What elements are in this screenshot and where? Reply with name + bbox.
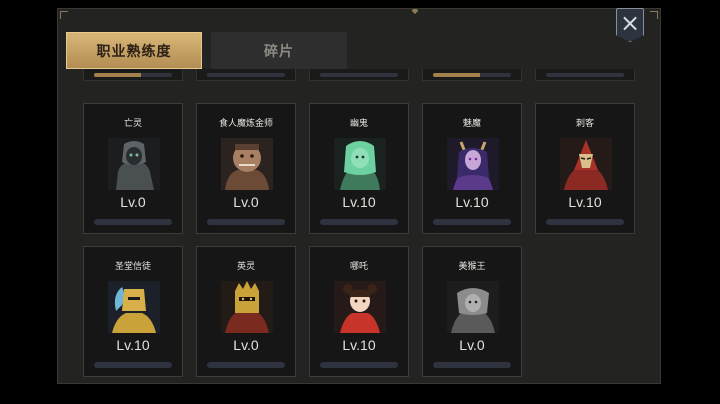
panel-corner-ornament <box>650 11 658 19</box>
class-card-hero-spirit[interactable]: 英灵 Lv.0 <box>196 246 296 377</box>
templar-portrait <box>108 281 160 333</box>
class-card-templar[interactable]: 圣堂信徒 Lv.10 <box>83 246 183 377</box>
class-card-succubus[interactable]: 魅魔 Lv.10 <box>422 103 522 234</box>
class-level: Lv.0 <box>233 337 259 353</box>
progress-bar <box>207 73 285 77</box>
progress-bar <box>320 73 398 77</box>
tab-mastery[interactable]: 职业熟练度 <box>66 32 202 69</box>
class-card-undead[interactable]: 亡灵 Lv.0 <box>83 103 183 234</box>
class-name: 魅魔 <box>462 119 481 129</box>
close-icon: × <box>619 9 641 37</box>
class-name: 幽鬼 <box>349 119 368 129</box>
class-level: Lv.0 <box>120 194 146 210</box>
progress-bar <box>433 73 511 77</box>
class-name: 亡灵 <box>123 119 142 129</box>
progress-bar <box>433 219 511 225</box>
card-partial[interactable] <box>196 69 296 81</box>
progress-bar <box>94 219 172 225</box>
assassin-portrait <box>560 138 612 190</box>
card-partial[interactable] <box>83 69 183 81</box>
class-level: Lv.10 <box>116 337 150 353</box>
class-card-nezha[interactable]: 哪吒 Lv.10 <box>309 246 409 377</box>
class-level: Lv.0 <box>233 194 259 210</box>
class-name: 英灵 <box>236 262 255 272</box>
card-partial[interactable] <box>535 69 635 81</box>
progress-bar <box>433 362 511 368</box>
undead-portrait <box>108 138 160 190</box>
wraith-portrait <box>334 138 386 190</box>
succubus-portrait <box>447 138 499 190</box>
class-name: 食人魔炼金师 <box>218 119 273 129</box>
class-level: Lv.0 <box>459 337 485 353</box>
class-name: 圣堂信徒 <box>114 262 151 272</box>
class-card-assassin[interactable]: 刺客 Lv.10 <box>535 103 635 234</box>
class-card-monkey-king[interactable]: 美猴王 Lv.0 <box>422 246 522 377</box>
progress-bar <box>94 73 172 77</box>
progress-bar <box>320 219 398 225</box>
top-ornament-icon: ◆ <box>411 8 419 16</box>
previous-row-clipped <box>58 69 660 81</box>
class-name: 美猴王 <box>458 262 486 272</box>
class-level: Lv.10 <box>342 337 376 353</box>
class-name: 哪吒 <box>349 262 368 272</box>
class-level: Lv.10 <box>342 194 376 210</box>
nezha-portrait <box>334 281 386 333</box>
progress-bar <box>546 73 624 77</box>
progress-bar <box>94 362 172 368</box>
card-partial[interactable] <box>309 69 409 81</box>
progress-bar <box>320 362 398 368</box>
panel-corner-ornament <box>60 11 68 19</box>
close-button[interactable]: × <box>616 8 644 42</box>
progress-bar <box>207 219 285 225</box>
class-level: Lv.10 <box>568 194 602 210</box>
class-card-wraith[interactable]: 幽鬼 Lv.10 <box>309 103 409 234</box>
ogre-alchemist-portrait <box>221 138 273 190</box>
class-name: 刺客 <box>575 119 594 129</box>
class-level: Lv.10 <box>455 194 489 210</box>
progress-bar <box>546 219 624 225</box>
monkey-king-portrait <box>447 281 499 333</box>
tab-fragments[interactable]: 碎片 <box>211 32 347 69</box>
hero-spirit-portrait <box>221 281 273 333</box>
progress-bar <box>207 362 285 368</box>
class-card-ogre-alchemist[interactable]: 食人魔炼金师 Lv.0 <box>196 103 296 234</box>
card-partial[interactable] <box>422 69 522 81</box>
